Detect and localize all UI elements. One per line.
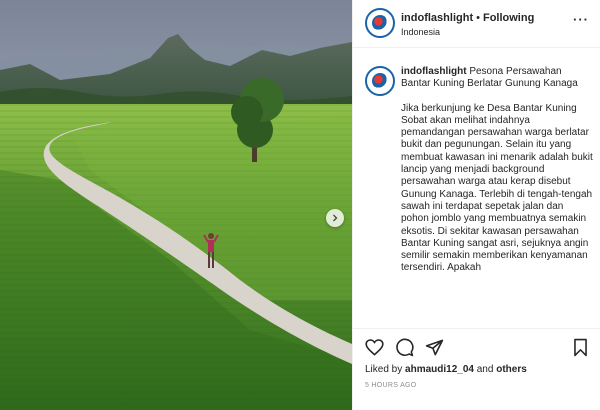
next-photo-button[interactable] — [326, 209, 344, 227]
likes-and: and — [476, 364, 494, 375]
following-button[interactable]: Following — [483, 12, 534, 24]
chevron-right-icon — [333, 214, 338, 222]
caption-title-row: indoflashlight Pesona Persawahan Bantar … — [401, 66, 593, 91]
caption-body: Jika berkunjung ke Desa Bantar Kuning So… — [401, 102, 593, 274]
post-caption: indoflashlight Pesona Persawahan Bantar … — [353, 56, 600, 328]
likes-user-link[interactable]: ahmaudi12_04 — [405, 364, 474, 375]
instagram-post: indoflashlight • Following Indonesia ··· i… — [0, 0, 600, 410]
post-photo[interactable] — [0, 0, 352, 410]
avatar[interactable] — [365, 8, 395, 38]
comment-icon[interactable] — [395, 338, 414, 357]
location-link[interactable]: Indonesia — [401, 27, 440, 37]
follow-separator: • — [476, 12, 480, 24]
share-icon[interactable] — [425, 338, 444, 357]
heart-icon[interactable] — [365, 338, 384, 357]
bookmark-icon[interactable] — [571, 338, 590, 357]
more-options-icon[interactable]: ··· — [573, 13, 589, 26]
post-actions: Liked by ahmaudi12_04 and others 5 HOURS… — [353, 328, 600, 410]
likes-prefix: Liked by — [365, 364, 403, 375]
post-timestamp[interactable]: 5 HOURS AGO — [365, 382, 417, 389]
caption-avatar[interactable] — [365, 66, 395, 96]
likes-others-link[interactable]: others — [496, 364, 527, 375]
indoflashlight-logo-icon — [369, 70, 391, 92]
likes-summary: Liked by ahmaudi12_04 and others — [365, 364, 527, 375]
post-header: indoflashlight • Following Indonesia ··· — [353, 0, 600, 48]
caption-username[interactable]: indoflashlight — [401, 66, 467, 77]
rice-field-landscape-image — [0, 0, 352, 410]
header-username[interactable]: indoflashlight — [401, 12, 473, 24]
header-username-row: indoflashlight • Following — [401, 12, 534, 24]
post-side-panel: indoflashlight • Following Indonesia ··· i… — [352, 0, 600, 410]
indoflashlight-logo-icon — [369, 12, 391, 34]
caption-text: indoflashlight Pesona Persawahan Bantar … — [401, 66, 593, 275]
